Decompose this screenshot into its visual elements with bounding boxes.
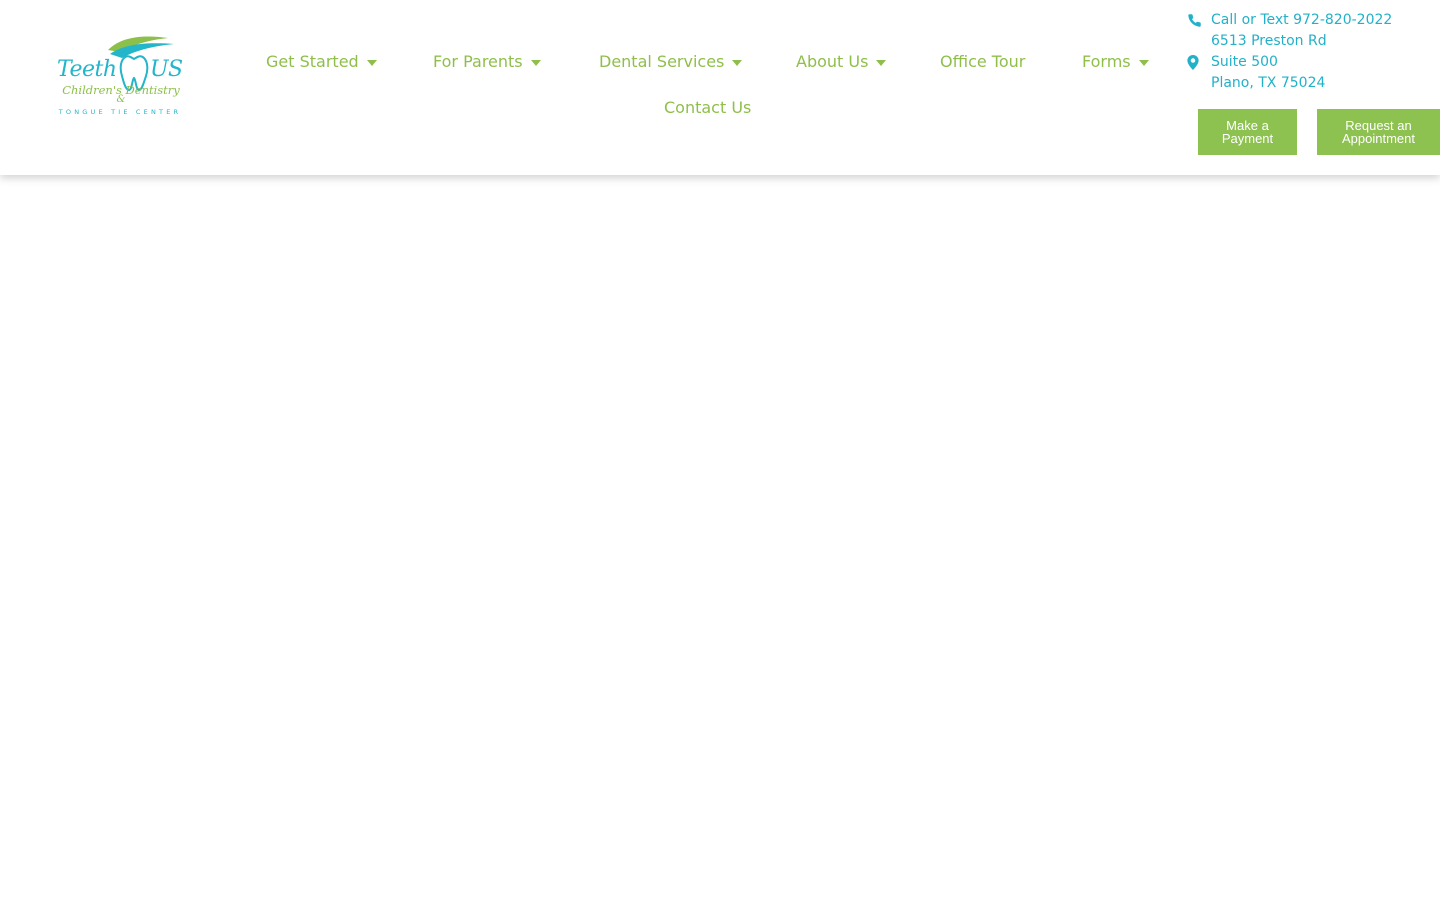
logo-tagline: TONGUE TIE CENTER <box>58 108 182 116</box>
map-pin-icon <box>1187 31 1211 70</box>
caret-down-icon <box>530 60 541 66</box>
address-text: 6513 Preston Rd Suite 500 Plano, TX 7502… <box>1211 31 1327 94</box>
site-header: Teeth US Children's Dentistry & TONGUE T… <box>0 0 1440 175</box>
nav-label: Office Tour <box>940 52 1026 71</box>
contact-address[interactable]: 6513 Preston Rd Suite 500 Plano, TX 7502… <box>1187 31 1327 94</box>
nav-about-us[interactable]: About Us <box>796 52 887 72</box>
nav-contact-us[interactable]: Contact Us <box>664 98 751 118</box>
button-label-line: Appointment <box>1342 131 1415 146</box>
nav-label: Get Started <box>266 52 359 71</box>
nav-label: Dental Services <box>599 52 725 71</box>
nav-forms[interactable]: Forms <box>1082 52 1149 72</box>
caret-down-icon <box>366 60 377 66</box>
nav-for-parents[interactable]: For Parents <box>433 52 541 72</box>
contact-phone[interactable]: Call or Text 972-820-2022 <box>1187 10 1392 31</box>
logo-ampersand: & <box>116 94 126 105</box>
caret-down-icon <box>732 60 743 66</box>
address-line-3: Plano, TX 75024 <box>1211 75 1326 91</box>
nav-get-started[interactable]: Get Started <box>266 52 377 72</box>
nav-label: About Us <box>796 52 869 71</box>
nav-office-tour[interactable]: Office Tour <box>940 52 1025 72</box>
logo-word-us: US <box>150 57 183 82</box>
caret-down-icon <box>876 60 887 66</box>
nav-label: Forms <box>1082 52 1131 71</box>
request-appointment-button[interactable]: Request an Appointment <box>1317 109 1440 155</box>
nav-dental-services[interactable]: Dental Services <box>599 52 743 72</box>
logo-word-teeth: Teeth <box>57 57 117 82</box>
page-content <box>0 175 1440 900</box>
caret-down-icon <box>1138 60 1149 66</box>
address-line-1: 6513 Preston Rd <box>1211 33 1327 49</box>
phone-icon <box>1187 10 1211 28</box>
button-label-line: Payment <box>1221 131 1274 146</box>
site-logo[interactable]: Teeth US Children's Dentistry & TONGUE T… <box>50 34 190 120</box>
nav-label: Contact Us <box>664 98 752 117</box>
address-line-2: Suite 500 <box>1211 54 1278 70</box>
phone-text: Call or Text 972-820-2022 <box>1211 12 1393 28</box>
nav-label: For Parents <box>433 52 523 71</box>
make-payment-button[interactable]: Make a Payment <box>1198 109 1297 155</box>
